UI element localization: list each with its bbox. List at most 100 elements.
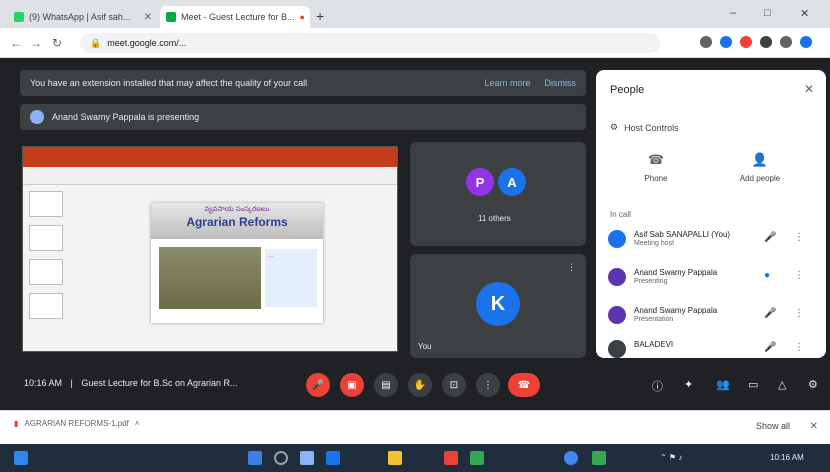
more-options-icon[interactable]: ⋮	[794, 232, 804, 243]
search-icon[interactable]	[274, 451, 288, 465]
phone-button[interactable]: ☎ Phone	[616, 152, 696, 183]
participant-row[interactable]: BALADEVI 🎤 ⋮	[608, 336, 818, 362]
dismiss-button[interactable]: Dismiss	[545, 78, 577, 88]
reload-icon[interactable]: ↻	[52, 36, 62, 50]
close-panel-button[interactable]: ✕	[804, 82, 814, 96]
browser-tab-bar: (9) WhatsApp | Asif sah... ✕ Meet - Gues…	[0, 0, 830, 28]
extension-icon[interactable]	[760, 36, 772, 48]
taskbar-app-icon[interactable]	[444, 451, 458, 465]
mic-off-icon[interactable]: 🎤	[764, 308, 776, 319]
avatar	[608, 306, 626, 324]
activities-icon[interactable]: ✦	[684, 378, 693, 391]
warning-text: You have an extension installed that may…	[30, 78, 308, 88]
avatar	[608, 268, 626, 286]
address-bar: ← → ↻ 🔒 meet.google.com/...	[0, 28, 830, 58]
taskbar-app-icon[interactable]	[326, 451, 340, 465]
chevron-up-icon[interactable]: ˄	[135, 419, 140, 428]
end-call-icon: ☎	[517, 379, 531, 391]
self-tile[interactable]: K You ⋮	[410, 254, 586, 358]
slide-canvas: వ్యవసాయ సంస్కరణలు Agrarian Reforms ...	[151, 203, 323, 323]
pdf-file-icon: ▮	[14, 419, 19, 428]
windows-taskbar: ⌃ ⚑ ♪ 10:16 AM	[0, 444, 830, 472]
participant-name: Anand Swamy Pappala	[634, 268, 718, 277]
file-explorer-icon[interactable]	[388, 451, 402, 465]
phone-icon: ☎	[647, 152, 665, 167]
taskbar-app-icon[interactable]	[592, 451, 606, 465]
end-call-button[interactable]: ☎	[508, 373, 540, 397]
close-download-bar-button[interactable]: ✕	[810, 421, 818, 432]
more-options-icon[interactable]: ⋮	[794, 342, 804, 353]
minimize-button[interactable]: –	[730, 7, 736, 19]
learn-more-link[interactable]: Learn more	[484, 78, 530, 88]
close-window-button[interactable]: ✕	[800, 7, 809, 20]
present-screen-icon: ⊡	[449, 379, 459, 391]
forward-icon[interactable]: →	[30, 36, 42, 50]
camera-toggle-button[interactable]: ▣	[340, 373, 364, 397]
recording-dot-icon: ●	[299, 12, 305, 22]
add-people-label: Add people	[739, 174, 781, 183]
tab-meet[interactable]: Meet - Guest Lecture for B... ● ✕	[160, 6, 310, 28]
people-icon[interactable]: 👥	[716, 378, 730, 391]
meet-icon	[166, 12, 176, 22]
add-people-button[interactable]: 👤 Add people	[720, 152, 800, 183]
ppt-toolbar	[23, 167, 397, 185]
more-options-icon[interactable]: ⋮	[567, 262, 576, 273]
more-options-icon[interactable]: ⋮	[794, 308, 804, 319]
raise-hand-button[interactable]: ✋	[408, 373, 432, 397]
ppt-ribbon	[23, 147, 397, 167]
more-options-button[interactable]: ⋮	[476, 373, 500, 397]
taskbar-app-icon[interactable]	[248, 451, 262, 465]
extension-icon[interactable]	[740, 36, 752, 48]
participant-row[interactable]: Anand Swamy Pappala Presentation 🎤 ⋮	[608, 302, 818, 328]
presentation-tile[interactable]: వ్యవసాయ సంస్కరణలు Agrarian Reforms ...	[22, 146, 398, 352]
tab-whatsapp[interactable]: (9) WhatsApp | Asif sah... ✕	[8, 6, 158, 28]
host-controls-icon[interactable]: ⚙	[808, 378, 818, 391]
taskbar-clock[interactable]: 10:16 AM	[770, 453, 804, 462]
more-options-icon[interactable]: ⋮	[794, 270, 804, 281]
windows-start-icon[interactable]	[14, 451, 28, 465]
add-person-icon: 👤	[751, 152, 769, 167]
mic-off-icon[interactable]: 🎤	[764, 342, 776, 353]
activities-shapes-icon[interactable]: △	[778, 378, 786, 391]
back-icon[interactable]: ←	[10, 36, 22, 50]
participant-row[interactable]: Asif Sab SANAPALLI (You) Meeting host 🎤 …	[608, 226, 818, 252]
host-controls-icon: ⚙	[610, 122, 619, 132]
speaking-icon: ●	[764, 270, 771, 281]
system-tray-icons[interactable]: ⌃ ⚑ ♪	[660, 453, 682, 462]
puzzle-icon[interactable]	[780, 36, 792, 48]
taskbar-app-icon[interactable]	[470, 451, 484, 465]
meeting-name: Guest Lecture for B.Sc on Agrarian R...	[81, 378, 238, 388]
chat-icon[interactable]: ▭	[748, 378, 758, 391]
new-tab-button[interactable]: +	[316, 8, 324, 24]
participant-row[interactable]: Anand Swamy Pappala Presenting ● ⋮	[608, 264, 818, 290]
task-view-icon[interactable]	[300, 451, 314, 465]
phone-label: Phone	[644, 174, 668, 183]
captions-icon: ▤	[381, 379, 391, 391]
avatar: P	[466, 168, 494, 196]
extension-icon[interactable]	[720, 36, 732, 48]
info-icon[interactable]: ⓘ	[652, 378, 663, 394]
meeting-info: 10:16 AM | Guest Lecture for B.Sc on Agr…	[24, 378, 237, 388]
participant-role: Presentation	[634, 316, 674, 323]
chrome-icon[interactable]	[564, 451, 578, 465]
captions-button[interactable]: ▤	[374, 373, 398, 397]
extension-warning-banner: You have an extension installed that may…	[20, 70, 586, 96]
mic-off-icon: 🎤	[311, 379, 325, 391]
slide-subtitle: వ్యవసాయ సంస్కరణలు	[204, 206, 270, 213]
meeting-time: 10:16 AM	[24, 378, 63, 388]
mic-toggle-button[interactable]: 🎤	[306, 373, 330, 397]
close-icon[interactable]: ✕	[144, 12, 152, 23]
download-item[interactable]: ▮ AGRARIAN REFORMS-1.pdf ˄	[14, 419, 140, 428]
others-tile[interactable]: P A 11 others	[410, 142, 586, 246]
maximize-button[interactable]: □	[764, 7, 771, 19]
url-input[interactable]: 🔒 meet.google.com/...	[80, 33, 660, 53]
show-all-button[interactable]: Show all	[756, 421, 790, 431]
slide-image	[159, 247, 261, 309]
extension-icon[interactable]	[700, 36, 712, 48]
presenting-text: Anand Swamy Pappala is presenting	[52, 112, 200, 122]
host-controls-button[interactable]: ⚙ Host Controls	[610, 122, 679, 133]
present-button[interactable]: ⊡	[442, 373, 466, 397]
profile-avatar[interactable]	[800, 36, 812, 48]
slide-note: ...	[265, 249, 317, 307]
microphone-icon[interactable]: 🎤	[764, 232, 776, 243]
